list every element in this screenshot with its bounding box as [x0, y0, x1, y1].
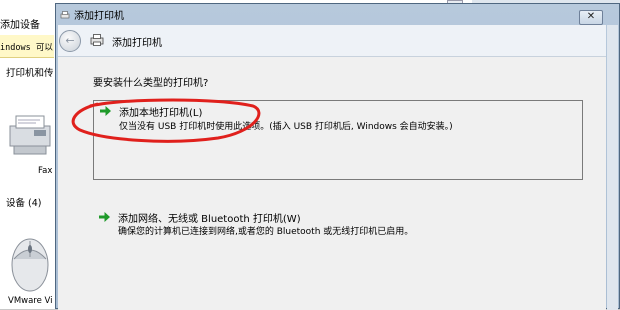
- question-heading: 要安装什么类型的打印机?: [93, 78, 209, 89]
- nav-title: 添加打印机: [112, 38, 162, 49]
- background-window-title: 添加设备: [0, 16, 40, 31]
- fax-label: Fax: [38, 166, 53, 176]
- add-local-printer-description: 仅当没有 USB 打印机时使用此选项。(插入 USB 打印机后, Windows…: [119, 122, 453, 132]
- mouse-icon[interactable]: [4, 233, 52, 293]
- back-button[interactable]: ←: [59, 30, 81, 52]
- dialog-title-text: 添加打印机: [74, 11, 124, 22]
- add-local-printer-option[interactable]: 添加本地打印机(L) 仅当没有 USB 打印机时使用此选项。(插入 USB 打印…: [93, 100, 583, 180]
- add-network-printer-option[interactable]: 添加网络、无线或 Bluetooth 打印机(W) 确保您的计算机已连接到网络,…: [93, 207, 583, 237]
- green-arrow-icon: [100, 106, 111, 116]
- close-icon: ✕: [586, 11, 596, 22]
- vmware-device-label: VMware Vi: [8, 296, 53, 306]
- back-arrow-icon: ←: [65, 34, 75, 47]
- background-title-text: 添加设备: [0, 20, 40, 31]
- add-printer-dialog: 添加打印机 ✕ ← 添加打印机 要安装什么类型的打印机? 添加本地打印机(L) …: [55, 3, 620, 310]
- dialog-title: 添加打印机: [60, 7, 124, 22]
- background-info-text: indows 可以: [0, 43, 53, 53]
- section-printers-header[interactable]: 打印机和传: [6, 65, 54, 79]
- dialog-content: 要安装什么类型的打印机? 添加本地打印机(L) 仅当没有 USB 打印机时使用此…: [58, 57, 606, 310]
- fax-icon[interactable]: [6, 104, 54, 168]
- printer-icon: [90, 34, 104, 46]
- dialog-right-edge: [607, 25, 618, 310]
- add-network-printer-title: 添加网络、无线或 Bluetooth 打印机(W): [118, 214, 301, 225]
- printer-title-icon: [60, 11, 70, 19]
- section-devices-header[interactable]: 设备 (4): [6, 195, 41, 209]
- add-local-printer-title: 添加本地打印机(L): [119, 108, 203, 119]
- dialog-nav-bar: ← 添加打印机: [58, 25, 606, 57]
- background-info-bar[interactable]: indows 可以: [0, 35, 54, 58]
- add-network-printer-description: 确保您的计算机已连接到网络,或者您的 Bluetooth 或无线打印机已启用。: [118, 227, 414, 237]
- green-arrow-icon: [99, 212, 110, 222]
- close-button[interactable]: ✕: [579, 10, 603, 25]
